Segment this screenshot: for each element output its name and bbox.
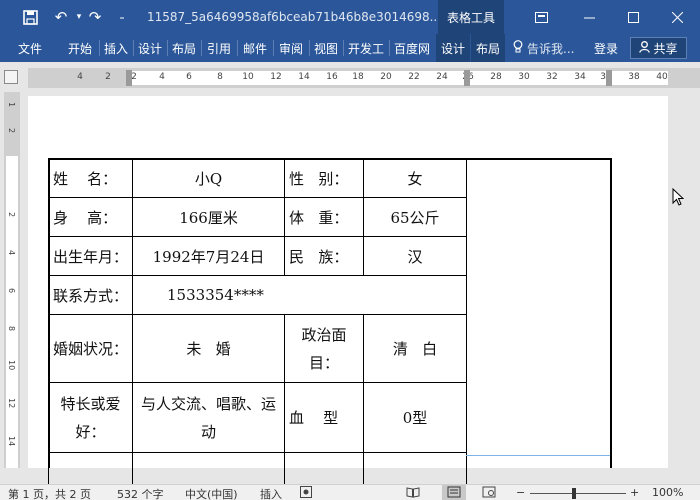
height-label[interactable]: 身 高： [47,197,134,237]
insert-mode[interactable]: 插入 [260,486,282,500]
ruler-tab-selector[interactable] [4,70,18,84]
political-value[interactable]: 清 白 [363,314,468,383]
zoom-out-button[interactable]: − [516,486,525,499]
political-label[interactable]: 政治面目： [284,314,365,383]
save-icon[interactable] [18,6,42,28]
word-count[interactable]: 532 个字 [117,486,164,500]
horizontal-ruler[interactable]: 4 2 2 4 6 8 10 12 14 16 18 20 22 24 26 2… [28,68,700,88]
close-icon[interactable] [666,6,688,28]
language-indicator[interactable]: 中文(中国) [185,486,238,500]
tell-me-label: 告诉我... [527,41,575,56]
blood-type-value[interactable]: 0型 [363,382,468,453]
maximize-icon[interactable] [622,6,644,28]
tab-home[interactable]: 开始 [62,34,98,62]
mouse-cursor-icon [672,187,685,211]
page-count[interactable]: 第 1 页，共 2 页 [8,486,91,500]
tab-developer[interactable]: 开发工 [344,34,388,62]
contact-label[interactable]: 联系方式： [47,275,134,315]
contact-value[interactable]: 1533354**** [132,275,468,315]
zoom-level[interactable]: 100% [652,486,683,499]
print-layout-icon[interactable] [442,485,466,500]
table-row: 联系方式： 1533354**** [47,275,468,315]
tell-me-box[interactable]: 告诉我... [513,34,574,62]
customize-qat-icon[interactable]: ₌ [115,6,129,28]
gender-label[interactable]: 性 别： [284,158,365,198]
tab-table-design[interactable]: 设计 [436,34,470,62]
hobby-label[interactable]: 特长或爱好： [47,382,134,453]
left-indent-marker[interactable] [126,70,132,86]
status-bar: 第 1 页，共 2 页 532 个字 中文(中国) 插入 − + 100% [0,484,700,500]
zoom-slider-thumb[interactable] [572,488,576,499]
person-icon [639,40,651,56]
table-row: 特长或爱好： 与人交流、唱歌、运动 血 型 0型 [47,382,468,453]
name-value[interactable]: 小Q [132,158,286,198]
ethnicity-label[interactable]: 民 族： [284,236,365,276]
table-boundary-line [466,455,610,456]
table-row: 出生年月： 1992年7月24日 民 族： 汉 [47,236,468,276]
weight-label[interactable]: 体 重： [284,197,365,237]
birth-value[interactable]: 1992年7月24日 [132,236,286,276]
lightbulb-icon [513,40,523,56]
tab-file[interactable]: 文件 [8,34,52,62]
personal-info-table[interactable]: 姓 名： 小Q 性 别： 女 身 高： 166厘米 体 重： 65公斤 出生年月… [47,158,468,492]
document-title: 11587_5a6469958af6bceab71b46b8e3014698..… [147,10,445,24]
birth-label[interactable]: 出生年月： [47,236,134,276]
zoom-in-button[interactable]: + [630,486,639,499]
share-button[interactable]: 共享 [630,37,687,59]
redo-icon[interactable]: ↷ [84,6,106,28]
minimize-icon[interactable] [578,6,600,28]
blood-type-label[interactable]: 血 型 [284,382,365,453]
undo-dropdown-icon[interactable]: ▾ [74,6,84,28]
tab-baidu[interactable]: 百度网 [390,34,434,62]
tab-mailings[interactable]: 邮件 [238,34,272,62]
ribbon-display-icon[interactable] [530,6,552,28]
table-row: 姓 名： 小Q 性 别： 女 [47,158,468,198]
table-tools-context-tab: 表格工具 [438,0,504,34]
share-label: 共享 [653,41,678,56]
tab-review[interactable]: 审阅 [274,34,308,62]
marital-value[interactable]: 未 婚 [132,314,286,383]
web-layout-icon[interactable] [482,486,496,500]
vertical-ruler[interactable]: 1 2 2 4 6 8 10 12 14 [4,92,20,468]
right-indent-marker[interactable] [606,70,612,86]
login-link[interactable]: 登录 [594,34,618,62]
macro-record-icon[interactable] [300,486,312,500]
tab-design[interactable]: 设计 [134,34,166,62]
title-bar: ↶ ▾ ↷ ₌ 11587_5a6469958af6bceab71b46b8e3… [0,0,700,34]
height-value[interactable]: 166厘米 [132,197,286,237]
table-row: 婚姻状况： 未 婚 政治面目： 清 白 [47,314,468,383]
hobby-value[interactable]: 与人交流、唱歌、运动 [132,382,286,453]
marital-label[interactable]: 婚姻状况： [47,314,134,383]
tab-insert[interactable]: 插入 [100,34,132,62]
tab-view[interactable]: 视图 [310,34,342,62]
ribbon-tab-row: 文件 开始 插入 设计 布局 引用 邮件 审阅 视图 开发工 百度网 设计 布局… [0,34,700,62]
weight-value[interactable]: 65公斤 [363,197,468,237]
tab-references[interactable]: 引用 [202,34,236,62]
column-marker[interactable] [464,70,470,86]
table-row: 身 高： 166厘米 体 重： 65公斤 [47,197,468,237]
gender-value[interactable]: 女 [363,158,468,198]
ethnicity-value[interactable]: 汉 [363,236,468,276]
name-label[interactable]: 姓 名： [47,158,134,198]
zoom-slider-track[interactable] [530,493,626,494]
undo-icon[interactable]: ↶ [50,6,72,28]
tab-table-layout[interactable]: 布局 [471,34,505,62]
tab-layout[interactable]: 布局 [168,34,200,62]
read-mode-icon[interactable] [406,486,420,500]
